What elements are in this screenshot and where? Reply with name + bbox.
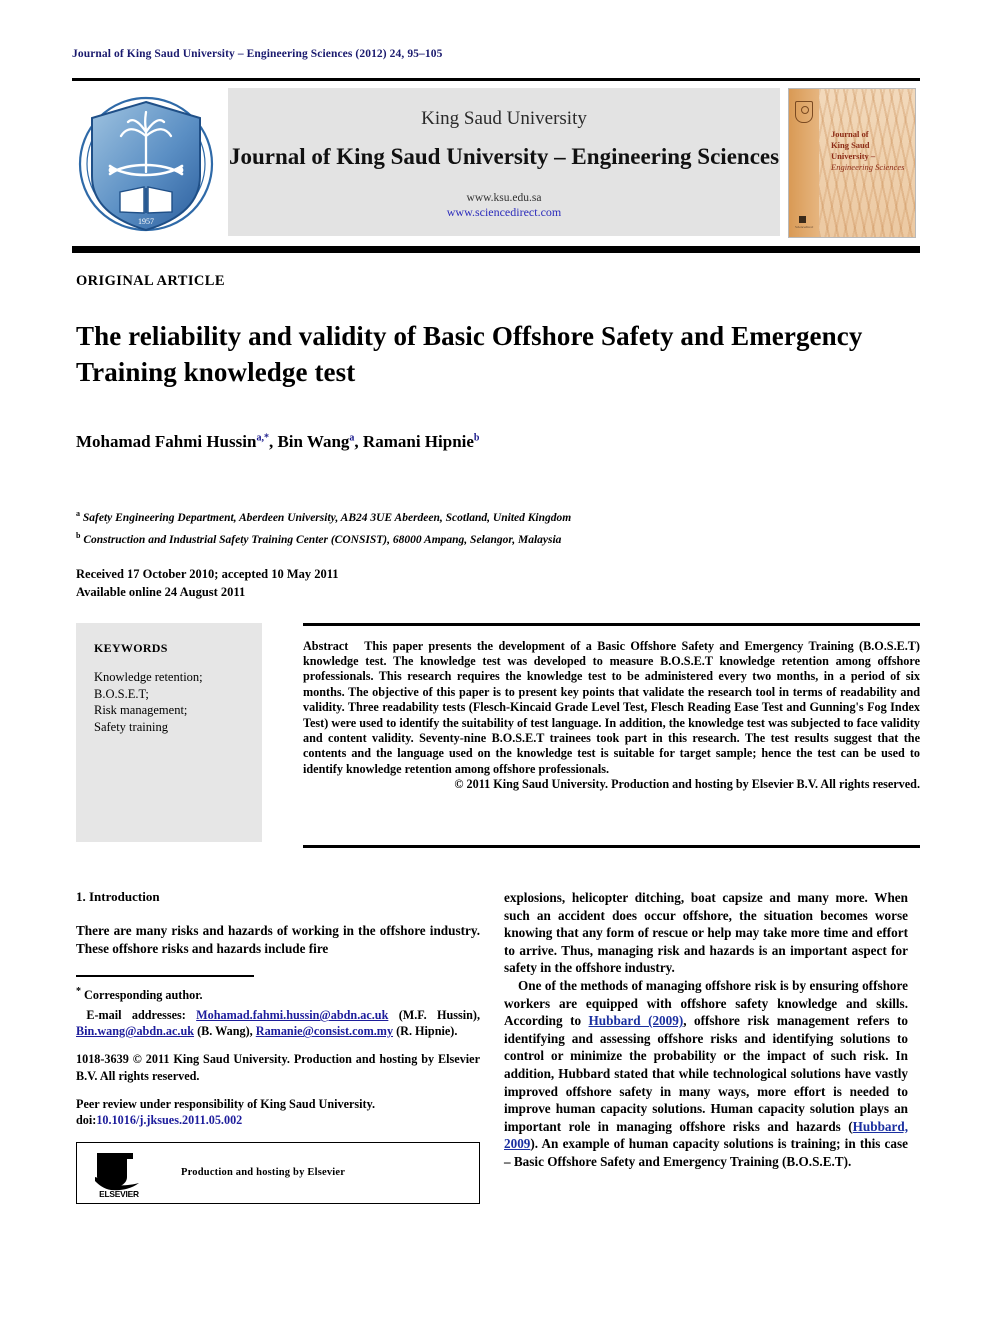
affiliation-a: a Safety Engineering Department, Aberdee… — [76, 505, 896, 527]
keywords-box: KEYWORDS Knowledge retention; B.O.S.E.T;… — [76, 623, 262, 842]
footnote-rule — [76, 975, 254, 977]
keyword-item: Knowledge retention; — [94, 670, 203, 684]
email-owner-3: (R. Hipnie). — [396, 1024, 458, 1039]
abstract-top-rule — [303, 623, 920, 626]
elsevier-production-caption: Production and hosting by Elsevier — [181, 1167, 346, 1179]
author-mark-3: b — [473, 432, 480, 444]
svg-text:ELSEVIER: ELSEVIER — [99, 1189, 139, 1199]
keyword-item: B.O.S.E.T; — [94, 686, 149, 701]
issn-copyright-note: 1018-3639 © 2011 King Saud University. P… — [76, 1052, 480, 1083]
email-addresses-note: E-mail addresses: Mohamad.fahmi.hussin@a… — [76, 1007, 480, 1039]
body-paragraph-2-part3: ). An example of human capacity solution… — [504, 1136, 908, 1169]
section-heading-introduction: 1. Introduction — [76, 889, 160, 904]
cover-title-text: Journal of King Saud University – Engine… — [831, 129, 909, 173]
body-paragraph-1: explosions, helicopter ditching, boat ca… — [504, 890, 908, 976]
cover-publisher-square-icon — [799, 216, 806, 223]
cover-title-line1: Journal of — [831, 129, 869, 139]
cover-publisher-mark: Sciencedirect — [795, 216, 815, 229]
header-rule — [72, 78, 920, 81]
elsevier-logo-icon: ELSEVIER — [95, 1153, 139, 1199]
peer-review-text: Peer review under responsibility of King… — [76, 1096, 376, 1111]
keyword-item: Safety training — [94, 719, 168, 734]
doi-link[interactable]: 10.1016/j.jksues.2011.05.002 — [96, 1113, 242, 1127]
king-saud-university-logo-icon: 1957 — [78, 96, 214, 232]
author-name-2: Bin Wang — [277, 432, 350, 451]
masthead-url-sciencedirect[interactable]: www.sciencedirect.com — [228, 205, 780, 220]
affiliation-b: b Construction and Industrial Safety Tra… — [76, 527, 896, 549]
cover-emblem-icon — [795, 101, 813, 123]
corresponding-author-text: Corresponding author. — [84, 987, 203, 1002]
affiliation-text-b: Construction and Industrial Safety Train… — [83, 533, 562, 546]
peer-review-note: Peer review under responsibility of King… — [76, 1096, 480, 1128]
corresponding-author-mark: * — [76, 985, 81, 997]
email-owner-2: (B. Wang), — [197, 1024, 253, 1039]
masthead-bottom-rule — [72, 246, 920, 253]
cover-title-line2: King Saud University – — [831, 140, 876, 161]
citation-hubbard-2009-inline[interactable]: Hubbard (2009) — [589, 1013, 684, 1028]
intro-paragraph-left: There are many risks and hazards of work… — [76, 923, 480, 956]
article-title: The reliability and validity of Basic Of… — [76, 321, 863, 387]
cover-title-line3: Engineering Sciences — [831, 162, 905, 172]
publication-dates: Received 17 October 2010; accepted 10 Ma… — [76, 565, 576, 601]
body-column-left: 1. Introduction There are many risks and… — [76, 889, 480, 1205]
body-column-right: explosions, helicopter ditching, boat ca… — [504, 889, 908, 1171]
keywords-list: Knowledge retention; B.O.S.E.T; Risk man… — [94, 669, 248, 735]
email-link-3[interactable]: Ramanie@consist.com.my — [256, 1024, 393, 1038]
received-accepted-line: Received 17 October 2010; accepted 10 Ma… — [76, 567, 339, 581]
journal-masthead: 1957 King Saud University Journal of Kin… — [72, 86, 920, 241]
abstract-label: Abstract — [303, 638, 349, 653]
email-owner-1: (M.F. Hussin), — [398, 1008, 481, 1023]
masthead-url-ksu[interactable]: www.ksu.edu.sa — [228, 192, 780, 204]
footnote-block: * Corresponding author. E-mail addresses… — [76, 984, 480, 1128]
svg-text:1957: 1957 — [138, 217, 154, 226]
author-name-3: Ramani Hipnie — [362, 432, 474, 451]
body-paragraph-2: One of the methods of managing offshore … — [504, 977, 908, 1171]
author-mark-2: a — [349, 432, 355, 444]
corresponding-author-note: * Corresponding author. — [76, 984, 480, 1003]
journal-cover-thumbnail: Journal of King Saud University – Engine… — [788, 88, 916, 238]
masthead-title-block: King Saud University Journal of King Sau… — [228, 88, 780, 236]
keyword-item: Risk management; — [94, 703, 188, 717]
doi-line: doi:10.1016/j.jksues.2011.05.002 — [76, 1112, 480, 1128]
affiliation-text-a: Safety Engineering Department, Aberdeen … — [82, 511, 572, 524]
masthead-university: King Saud University — [421, 108, 587, 129]
cover-publisher-label: Sciencedirect — [795, 225, 814, 229]
email-label: E-mail addresses: — [86, 1008, 186, 1023]
article-page: Journal of King Saud University – Engine… — [0, 0, 992, 1323]
elsevier-production-box: ELSEVIER Production and hosting by Elsev… — [76, 1142, 480, 1205]
abstract-text: This paper presents the development of a… — [303, 638, 920, 776]
abstract-block: Abstract This paper presents the develop… — [303, 623, 920, 793]
doi-label: doi: — [76, 1113, 97, 1128]
affiliation-mark-b: b — [76, 530, 81, 540]
keywords-heading: KEYWORDS — [94, 641, 168, 655]
abstract-body: Abstract This paper presents the develop… — [303, 639, 920, 793]
body-paragraph-2-part2: , offshore risk management refers to ide… — [504, 1013, 909, 1134]
affiliation-list: a Safety Engineering Department, Aberdee… — [76, 505, 896, 549]
email-link-2[interactable]: Bin.wang@abdn.ac.uk — [76, 1024, 194, 1038]
author-mark-1: a,* — [256, 432, 269, 444]
affiliation-mark-a: a — [76, 509, 80, 518]
available-online-line: Available online 24 August 2011 — [76, 585, 246, 599]
running-head: Journal of King Saud University – Engine… — [72, 48, 443, 60]
author-name-1: Mohamad Fahmi Hussin — [76, 432, 257, 451]
abstract-bottom-rule — [303, 845, 920, 848]
masthead-journal-title: Journal of King Saud University – Engine… — [228, 144, 780, 169]
author-list: Mohamad Fahmi Hussina,*, Bin Wanga, Rama… — [76, 432, 480, 451]
article-type-label: ORIGINAL ARTICLE — [76, 273, 225, 289]
abstract-copyright: © 2011 King Saud University. Production … — [454, 777, 920, 792]
email-link-1[interactable]: Mohamad.fahmi.hussin@abdn.ac.uk — [196, 1008, 388, 1022]
